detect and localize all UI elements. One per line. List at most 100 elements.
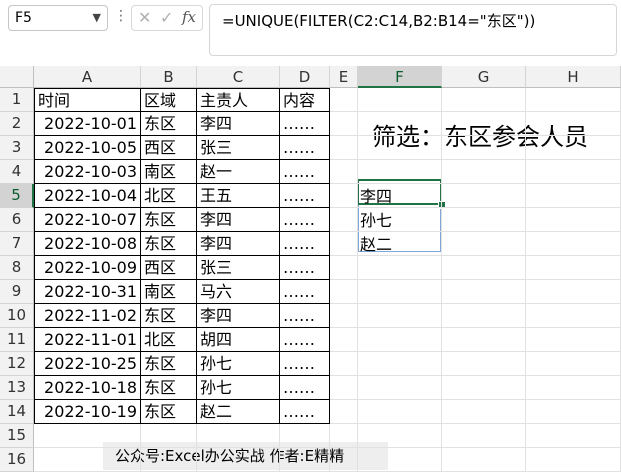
table-cell[interactable]: 张三 [197, 136, 280, 160]
table-cell[interactable]: …… [280, 256, 330, 280]
table-cell[interactable]: 东区 [141, 112, 197, 136]
result-cell[interactable]: 赵二 [360, 233, 392, 257]
table-cell[interactable]: 西区 [141, 136, 197, 160]
table-cell[interactable]: 2022-10-05 [34, 136, 141, 160]
formula-bar: F5 ▼ ⋮ ✕ ✓ fx =UNIQUE(FILTER(C2:C14,B2:B… [0, 0, 621, 64]
table-cell[interactable]: 王五 [197, 184, 280, 208]
column-header-c[interactable]: C [197, 66, 280, 88]
table-cell[interactable]: 胡四 [197, 328, 280, 352]
table-cell[interactable]: 北区 [141, 184, 197, 208]
select-all-corner[interactable] [0, 66, 34, 88]
column-header-e[interactable]: E [330, 66, 358, 88]
table-cell[interactable]: 2022-10-08 [34, 232, 141, 256]
table-cell[interactable]: 东区 [141, 232, 197, 256]
table-cell[interactable]: 2022-10-01 [34, 112, 141, 136]
table-cell[interactable]: 孙七 [197, 352, 280, 376]
table-cell[interactable]: 2022-10-19 [34, 400, 141, 424]
table-cell[interactable]: 2022-10-09 [34, 256, 141, 280]
table-cell[interactable]: 西区 [141, 256, 197, 280]
formula-input[interactable]: =UNIQUE(FILTER(C2:C14,B2:B14="东区")) [209, 4, 617, 56]
cancel-icon[interactable]: ✕ [138, 8, 151, 27]
result-cell[interactable]: 孙七 [360, 209, 392, 233]
row-header-15[interactable]: 15 [0, 424, 34, 448]
row-header-14[interactable]: 14 [0, 400, 34, 424]
chevron-down-icon[interactable]: ▼ [93, 6, 101, 30]
table-cell[interactable]: 赵二 [197, 400, 280, 424]
row-header-11[interactable]: 11 [0, 328, 34, 352]
row-header-3[interactable]: 3 [0, 136, 34, 160]
table-cell[interactable]: …… [280, 328, 330, 352]
table-cell[interactable]: 赵一 [197, 160, 280, 184]
row-header-8[interactable]: 8 [0, 256, 34, 280]
table-cell[interactable]: …… [280, 136, 330, 160]
table-cell[interactable]: 东区 [141, 304, 197, 328]
name-box[interactable]: F5 ▼ [8, 5, 108, 31]
table-cell[interactable]: 马六 [197, 280, 280, 304]
gridline-horizontal [34, 447, 621, 448]
name-box-value: F5 [15, 10, 32, 26]
table-header-cell[interactable]: 内容 [280, 88, 330, 112]
table-cell[interactable]: …… [280, 184, 330, 208]
formula-tools: ✕ ✓ fx [131, 5, 203, 31]
column-header-h[interactable]: H [526, 66, 621, 88]
table-cell[interactable]: 孙七 [197, 376, 280, 400]
table-cell[interactable]: 2022-10-04 [34, 184, 141, 208]
more-options-icon[interactable]: ⋮ [114, 8, 128, 24]
column-header-f[interactable]: F [358, 66, 442, 88]
table-cell[interactable]: …… [280, 304, 330, 328]
table-cell[interactable]: 李四 [197, 304, 280, 328]
table-cell[interactable]: …… [280, 232, 330, 256]
table-cell[interactable]: 2022-10-03 [34, 160, 141, 184]
gridline-horizontal [34, 471, 621, 472]
table-cell[interactable]: 南区 [141, 280, 197, 304]
row-header-4[interactable]: 4 [0, 160, 34, 184]
table-cell[interactable]: 东区 [141, 376, 197, 400]
table-cell[interactable]: …… [280, 112, 330, 136]
column-header-a[interactable]: A [34, 66, 141, 88]
column-header-b[interactable]: B [141, 66, 197, 88]
table-cell[interactable]: 李四 [197, 112, 280, 136]
table-cell[interactable]: …… [280, 400, 330, 424]
table-cell[interactable]: …… [280, 352, 330, 376]
table-cell[interactable]: 2022-10-31 [34, 280, 141, 304]
table-cell[interactable]: 北区 [141, 328, 197, 352]
insert-function-icon[interactable]: fx [182, 8, 196, 26]
table-cell[interactable]: 李四 [197, 208, 280, 232]
enter-icon[interactable]: ✓ [160, 8, 173, 27]
table-header-cell[interactable]: 时间 [34, 88, 141, 112]
table-cell[interactable]: 2022-11-01 [34, 328, 141, 352]
row-header-13[interactable]: 13 [0, 376, 34, 400]
table-cell[interactable]: 东区 [141, 400, 197, 424]
column-header-g[interactable]: G [442, 66, 526, 88]
row-header-7[interactable]: 7 [0, 232, 34, 256]
result-cell[interactable]: 李四 [360, 185, 392, 209]
table-cell[interactable]: 2022-11-02 [34, 304, 141, 328]
row-header-12[interactable]: 12 [0, 352, 34, 376]
table-cell[interactable]: 东区 [141, 208, 197, 232]
table-cell[interactable]: 2022-10-25 [34, 352, 141, 376]
table-cell[interactable]: …… [280, 376, 330, 400]
table-cell[interactable]: 2022-10-07 [34, 208, 141, 232]
table-header-cell[interactable]: 主责人 [197, 88, 280, 112]
gridline-vertical [525, 88, 526, 472]
table-cell[interactable]: 南区 [141, 160, 197, 184]
row-header-1[interactable]: 1 [0, 88, 34, 112]
table-cell[interactable]: …… [280, 208, 330, 232]
row-header-10[interactable]: 10 [0, 304, 34, 328]
table-cell[interactable]: 李四 [197, 232, 280, 256]
row-header-6[interactable]: 6 [0, 208, 34, 232]
row-header-2[interactable]: 2 [0, 112, 34, 136]
table-cell[interactable]: …… [280, 280, 330, 304]
table-cell[interactable]: …… [280, 160, 330, 184]
table-cell[interactable]: 东区 [141, 352, 197, 376]
formula-text: =UNIQUE(FILTER(C2:C14,B2:B14="东区")) [222, 12, 536, 30]
column-header-d[interactable]: D [280, 66, 330, 88]
table-cell[interactable]: 张三 [197, 256, 280, 280]
gridline-vertical [357, 88, 358, 472]
table-header-cell[interactable]: 区域 [141, 88, 197, 112]
worksheet-grid[interactable]: 筛选：东区参会人员 公众号:Excel办公实战 作者:E精精 ABCDEFGH1… [0, 66, 621, 476]
row-header-5[interactable]: 5 [0, 184, 34, 208]
row-header-9[interactable]: 9 [0, 280, 34, 304]
row-header-16[interactable]: 16 [0, 448, 34, 472]
table-cell[interactable]: 2022-10-18 [34, 376, 141, 400]
